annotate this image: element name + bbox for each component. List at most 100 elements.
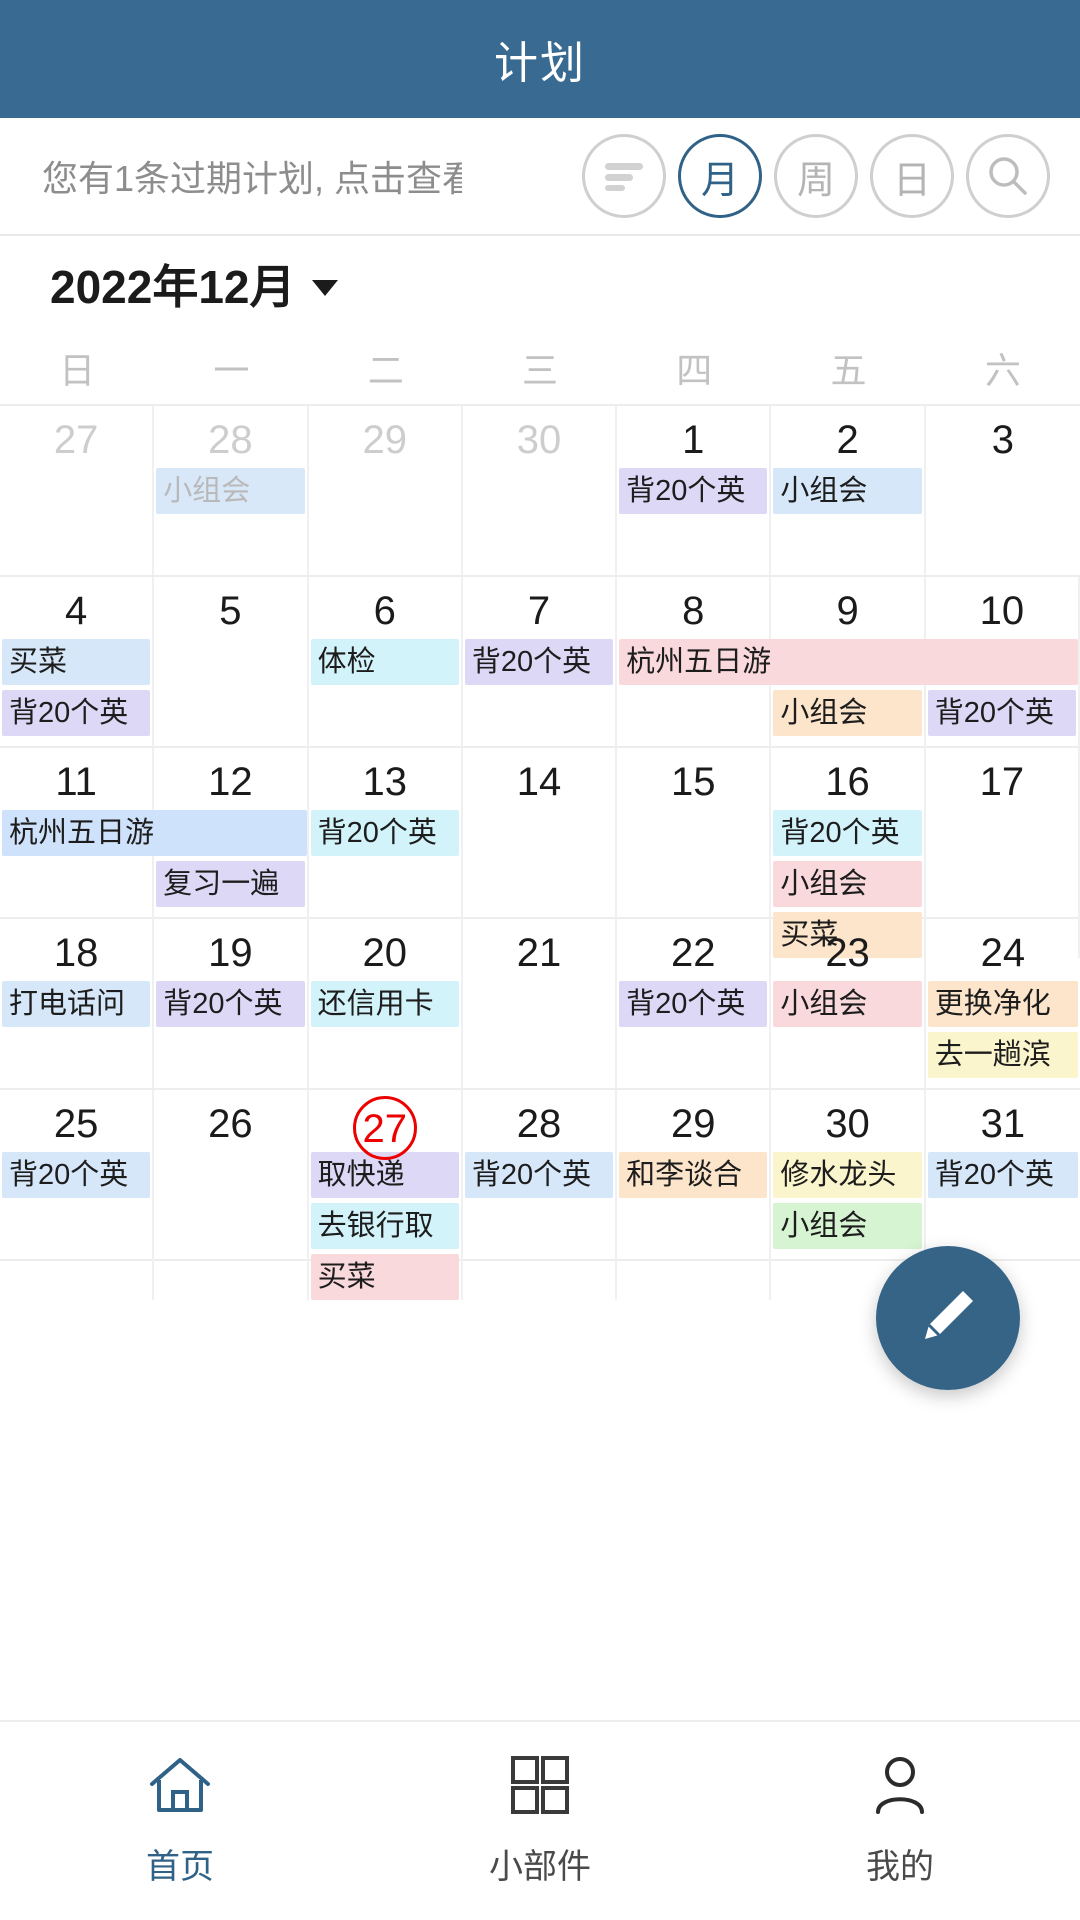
event-chip[interactable]: 小组会 [773, 690, 922, 736]
event-chip-list: 更换净化 去一趟滨 [926, 981, 1080, 1078]
day-number: 28 [516, 1102, 562, 1146]
day-number: 10 [979, 589, 1025, 633]
event-chip[interactable]: 背20个英 [927, 1152, 1078, 1198]
day-number: 20 [362, 931, 407, 975]
nav-label-profile: 我的 [866, 1848, 934, 1886]
chevron-down-icon[interactable] [311, 280, 338, 296]
event-chip[interactable]: 背20个英 [619, 981, 768, 1027]
event-chip-list: 小组会 [771, 981, 923, 1027]
event-chip[interactable]: 背20个英 [927, 690, 1076, 736]
calendar-day-cell[interactable]: 29 和李谈合 [617, 1090, 772, 1300]
calendar-day-cell[interactable]: 2 小组会 [771, 406, 926, 575]
calendar-day-cell[interactable]: 3 [926, 406, 1080, 575]
event-chip-list: 背20个英 [926, 1152, 1080, 1198]
calendar-week-row: 25 背20个英 26 27 取快递 去银行取 买菜 28 背20个英 29 和李谈合 30 修水龙头小… [0, 1090, 1080, 1300]
day-number: 1 [682, 418, 705, 462]
multi-day-event-chip[interactable]: 杭州五日游 [2, 810, 307, 856]
day-view-label: 日 [892, 159, 931, 202]
person-icon [869, 1754, 931, 1825]
add-plan-fab[interactable] [876, 1246, 1020, 1390]
event-chip[interactable]: 去一趟滨 [927, 1032, 1078, 1078]
event-chip[interactable]: 还信用卡 [310, 981, 459, 1027]
day-number: 9 [836, 589, 859, 633]
month-header[interactable]: 2022年12月 [0, 236, 1080, 332]
event-chip[interactable]: 小组会 [773, 1203, 922, 1249]
day-number: 12 [208, 760, 253, 804]
calendar-day-cell[interactable]: 28 小组会 [154, 406, 309, 575]
event-chip[interactable]: 背20个英 [464, 1152, 614, 1198]
event-chip[interactable]: 体检 [310, 639, 459, 685]
event-chip[interactable]: 和李谈合 [619, 1152, 768, 1198]
day-number: 25 [53, 1102, 99, 1146]
event-chip[interactable]: 背20个英 [2, 1152, 151, 1198]
event-chip[interactable]: 修水龙头 [773, 1152, 922, 1198]
nav-item-home[interactable]: 首页 [0, 1754, 360, 1888]
event-chip[interactable]: 买菜 [2, 639, 151, 685]
day-number: 19 [208, 931, 253, 975]
event-chip[interactable]: 去银行取 [310, 1203, 459, 1249]
search-button[interactable] [966, 134, 1050, 218]
event-chip[interactable]: 更换净化 [927, 981, 1078, 1027]
title-bar: 计划 [0, 0, 1080, 118]
calendar-week-row: 11 12 复习一遍 13 背20个英 14 15 16 背20个英 小组会 买菜 17 杭州五日游 [0, 748, 1080, 958]
calendar-day-cell[interactable]: 27 取快递 去银行取 买菜 [309, 1090, 463, 1300]
event-chip[interactable]: 买菜 [310, 1254, 459, 1300]
calendar-day-cell[interactable]: 5 [154, 577, 309, 746]
calendar-day-cell[interactable]: 21 [463, 919, 618, 1088]
overdue-notice[interactable]: 您有1条过期计划, 点击查看 [42, 150, 462, 202]
calendar-day-cell[interactable]: 19 背20个英 [154, 919, 309, 1088]
nav-item-widgets[interactable]: 小部件 [360, 1754, 720, 1888]
day-number: 29 [671, 1102, 716, 1146]
calendar-day-cell[interactable]: 25 背20个英 [0, 1090, 155, 1300]
bottom-navigation: 首页 小部件 我的 [0, 1720, 1080, 1920]
day-number: 13 [362, 760, 407, 804]
event-chip[interactable]: 小组会 [773, 981, 922, 1027]
event-chip[interactable]: 小组会 [156, 468, 305, 514]
weekday-sun: 日 [59, 350, 96, 391]
search-icon [985, 153, 1031, 199]
calendar-day-cell[interactable]: 22 背20个英 [617, 919, 772, 1088]
event-chip[interactable]: 背20个英 [773, 810, 922, 856]
calendar-day-cell[interactable]: 27 [0, 406, 155, 575]
home-icon [146, 1754, 214, 1825]
event-chip-list: 背20个英 [463, 1152, 615, 1198]
calendar-week-row: 27 28 小组会 29 30 1 背20个英 2 小组会 3 [0, 406, 1080, 577]
event-chip-list: 背20个英 [154, 981, 306, 1027]
event-chip-list: 背20个英 [309, 810, 461, 856]
event-chip-list: 体检 [309, 639, 461, 685]
tab-day[interactable]: 日 [870, 134, 954, 218]
event-chip[interactable]: 打电话问 [2, 981, 151, 1027]
tab-week[interactable]: 周 [774, 134, 858, 218]
calendar-day-cell[interactable]: 30 [463, 406, 618, 575]
list-view-button[interactable] [582, 134, 666, 218]
event-chip[interactable]: 背20个英 [310, 810, 459, 856]
day-number-today: 27 [309, 1096, 461, 1160]
calendar-day-cell[interactable]: 1 背20个英 [617, 406, 772, 575]
event-chip-list: 还信用卡 [309, 981, 461, 1027]
event-chip[interactable]: 背20个英 [464, 639, 614, 685]
event-chip[interactable]: 小组会 [773, 468, 922, 514]
calendar-day-cell[interactable]: 4 买菜 背20个英 [0, 577, 155, 746]
calendar-day-cell[interactable]: 7 背20个英 [463, 577, 618, 746]
event-chip[interactable]: 小组会 [773, 861, 922, 907]
calendar-day-cell[interactable]: 18 打电话问 [0, 919, 155, 1088]
calendar-day-cell[interactable]: 29 [309, 406, 463, 575]
calendar-day-cell[interactable]: 24 更换净化 去一趟滨 [926, 919, 1080, 1088]
event-chip[interactable]: 背20个英 [156, 981, 305, 1027]
calendar-day-cell[interactable]: 28 背20个英 [463, 1090, 618, 1300]
calendar-day-cell[interactable]: 23 小组会 [771, 919, 926, 1088]
multi-day-event-chip[interactable]: 杭州五日游 [619, 639, 1078, 685]
event-chip[interactable]: 背20个英 [2, 690, 151, 736]
day-number: 8 [682, 589, 705, 633]
calendar-day-cell[interactable]: 26 [154, 1090, 309, 1300]
day-number: 26 [208, 1102, 253, 1146]
day-number: 31 [980, 1102, 1026, 1146]
event-chip-list: 背20个英 [463, 639, 615, 685]
weekday-sat: 六 [984, 350, 1021, 391]
nav-item-profile[interactable]: 我的 [720, 1754, 1080, 1888]
event-chip[interactable]: 复习一遍 [156, 861, 305, 907]
event-chip[interactable]: 背20个英 [619, 468, 768, 514]
calendar-day-cell[interactable]: 6 体检 [309, 577, 463, 746]
tab-month[interactable]: 月 [678, 134, 762, 218]
calendar-day-cell[interactable]: 20 还信用卡 [309, 919, 463, 1088]
